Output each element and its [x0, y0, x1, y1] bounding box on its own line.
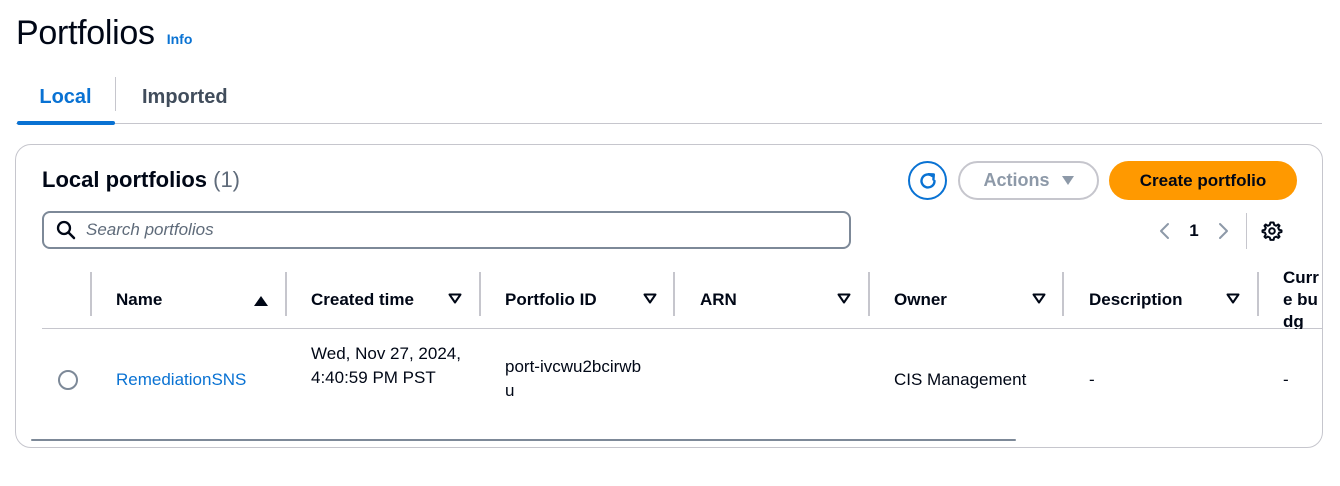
actions-dropdown-button[interactable]: Actions — [958, 161, 1099, 200]
sort-descending-icon[interactable] — [1032, 293, 1046, 304]
column-header-portfolio-id[interactable]: Portfolio ID — [505, 271, 597, 329]
previous-page-button[interactable] — [1150, 216, 1180, 246]
sort-descending-icon[interactable] — [1226, 293, 1240, 304]
search-input[interactable] — [86, 220, 786, 240]
local-portfolios-container: Local portfolios (1) Actions Create port… — [15, 144, 1323, 448]
column-header-current-budget[interactable]: Curre budg — [1283, 271, 1322, 329]
chevron-left-icon — [1160, 223, 1169, 239]
portfolio-id-cell: port-ivcwu2bcirwbu — [505, 357, 642, 400]
tab-local[interactable]: Local — [16, 70, 115, 125]
info-link[interactable]: Info — [167, 31, 193, 47]
column-header-name[interactable]: Name — [116, 271, 162, 329]
search-field[interactable] — [42, 211, 851, 249]
page-number-current[interactable]: 1 — [1180, 221, 1208, 241]
search-icon — [56, 220, 76, 240]
create-portfolio-button[interactable]: Create portfolio — [1109, 161, 1297, 200]
page-title: Portfolios — [16, 14, 155, 52]
table-header: Name Created time Portfolio ID ARN Owner… — [42, 271, 1322, 329]
column-separator[interactable] — [479, 272, 481, 316]
caret-down-icon — [1061, 176, 1074, 185]
row-select-radio[interactable] — [58, 370, 78, 390]
page-header: Portfolios Info — [16, 14, 192, 53]
sort-descending-icon[interactable] — [643, 293, 657, 304]
owner-cell: CIS Management — [894, 370, 1027, 389]
column-separator[interactable] — [1062, 272, 1064, 316]
tab-imported[interactable]: Imported — [116, 70, 228, 124]
column-header-owner[interactable]: Owner — [894, 271, 947, 329]
refresh-icon — [919, 172, 936, 189]
pagination-divider — [1246, 213, 1247, 249]
sort-descending-icon[interactable] — [448, 293, 462, 304]
portfolio-name-link[interactable]: RemediationSNS — [116, 368, 246, 392]
current-budget-cell: - — [1283, 370, 1289, 389]
sort-descending-icon[interactable] — [837, 293, 851, 304]
description-cell: - — [1089, 370, 1095, 389]
container-title: Local portfolios (1) — [42, 167, 240, 193]
horizontal-scrollbar[interactable] — [31, 439, 1016, 441]
table-preferences-button[interactable] — [1257, 216, 1287, 246]
table-row: RemediationSNS Wed, Nov 27, 2024, 4:40:5… — [42, 330, 1322, 430]
column-separator[interactable] — [673, 272, 675, 316]
created-time-cell: Wed, Nov 27, 2024, 4:40:59 PM PST — [311, 344, 461, 387]
actions-label: Actions — [983, 170, 1050, 190]
gear-icon — [1261, 221, 1283, 241]
column-header-description[interactable]: Description — [1089, 271, 1183, 329]
column-header-arn[interactable]: ARN — [700, 271, 737, 329]
sort-ascending-icon[interactable] — [254, 296, 268, 306]
column-header-created-time[interactable]: Created time — [311, 271, 414, 329]
pagination: 1 — [1150, 213, 1287, 249]
column-separator[interactable] — [285, 272, 287, 316]
column-separator[interactable] — [868, 272, 870, 316]
tab-list: Local Imported — [16, 70, 1322, 125]
refresh-button[interactable] — [908, 161, 947, 200]
column-separator[interactable] — [90, 272, 92, 316]
chevron-right-icon — [1219, 223, 1228, 239]
container-title-text: Local portfolios — [42, 167, 207, 192]
next-page-button[interactable] — [1208, 216, 1238, 246]
column-separator[interactable] — [1257, 272, 1259, 316]
portfolio-count: (1) — [213, 167, 241, 192]
